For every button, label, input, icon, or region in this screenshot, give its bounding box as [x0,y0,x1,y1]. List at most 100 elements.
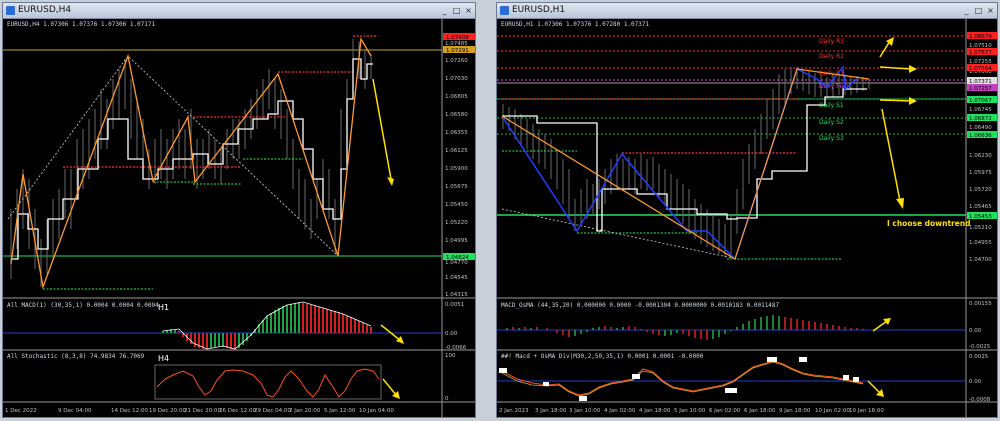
yellow-arrow [879,65,917,73]
price-tick: 1.06580 [445,112,468,118]
macd-timeframe-label: H1 [158,303,169,312]
stochastic-timeframe-label: H4 [158,354,169,363]
chart-window-icon [500,6,509,15]
osma-div-info-text: ##! Macd + OsMA Div(M30,2,50,35,1) 0.000… [501,353,704,360]
svg-text:1.06872: 1.06872 [969,116,992,122]
osma-tick: -0.0008 [969,397,991,403]
price-tag: 1.07564 [967,64,997,72]
svg-text:1.07291: 1.07291 [446,48,469,54]
price-axis: 1.07510 1.07255 1.07000 1.06745 1.06490 … [969,43,992,263]
yellow-arrow-line [382,378,398,397]
macd-tick: -0.0066 [445,345,467,351]
window-titlebar[interactable]: EURUSD,H4 _ □ × [3,3,475,19]
window-title: EURUSD,H4 [18,5,72,15]
macd-info-text: All MACD(1) (30,35,1) 0.0004 0.0004 0.00… [7,302,159,309]
price-tick: 1.06805 [445,94,468,100]
price-tag: 1.07877 [967,48,997,56]
svg-text:1.07877: 1.07877 [969,50,992,56]
price-tag: 1.07257 [967,84,997,92]
time-tick: 10 Jan 18:00 [849,408,884,414]
time-tick: 5 Jan 10:00 [674,408,706,414]
macd-tick: 0.00 [969,328,982,334]
osma-div-line-gold [501,361,864,397]
macd-tick: -0.0025 [969,344,991,350]
price-tick: 1.06490 [969,125,992,131]
time-tick: 21 Dec 20:00 [184,408,221,414]
time-tick: 9 Dec 04:00 [58,408,92,414]
time-tick: 2 Jan 2023 [499,408,529,414]
yellow-arrow [881,108,904,209]
window-titlebar[interactable]: EURUSD,H1 _ □ × [497,3,997,19]
yellow-arrow-line [372,78,392,180]
stochastic-line [156,368,380,398]
time-tick: 6 Jan 02:00 [709,408,741,414]
time-tick: 9 Jan 18:00 [779,408,811,414]
stochastic-box [154,364,382,400]
time-tick: 19 Dec 20:00 [149,408,186,414]
minimize-button[interactable]: _ [440,6,449,15]
osma-div-markers [499,357,859,401]
time-tick: 10 Jan 02:00 [815,408,850,414]
price-tick: 1.05900 [445,166,468,172]
price-tick: 1.05675 [445,184,468,190]
price-tag: 1.06636 [967,131,997,139]
price-tick: 1.04995 [445,238,468,244]
price-tag: 1.04824 [443,253,475,261]
price-tick: 1.07030 [445,76,468,82]
time-tick: 26 Dec 12:00 [219,408,256,414]
yellow-arrow-head [387,177,394,186]
macd-osma-info-text: MACD_OsMA (44,35,20) 0.000000 0.0000 -0.… [501,302,780,309]
time-tick: 6 Jan 18:00 [744,408,776,414]
yellow-arrow [879,37,894,58]
stochastic-info-text: All Stochastic (8,3,8) 74.9834 76.7069 [7,353,145,360]
price-chart-area[interactable]: EURUSD,H4 1.07306 1.07376 1.07306 1.0717… [3,19,475,417]
price-tick: 1.04315 [445,292,468,298]
price-tick: 1.06745 [969,107,992,113]
price-tag: 1.07409 [443,33,475,41]
close-button[interactable]: × [464,6,473,15]
time-tick: 1 Dec 2022 [5,408,37,414]
pivot-label-r2: Daily R2 [819,53,844,60]
time-tick: 29 Dec 04:00 [254,408,291,414]
price-tag: 1.05453 [967,212,997,220]
dotted-trendline [501,208,738,260]
osma-tick: 0.00 [969,379,982,385]
minimize-button[interactable]: _ [962,6,971,15]
price-tick: 1.05210 [969,225,992,231]
price-tag: 1.08679 [967,32,997,40]
yellow-arrow-line [867,380,881,394]
analysis-note: I choose downtrend [887,219,971,228]
maximize-button[interactable]: □ [974,6,983,15]
stochastic-tick: 100 [445,353,456,359]
chart-window-eurusd-h1[interactable]: EURUSD,H1 _ □ × EURUSD,H1 1.07306 1.0737… [496,2,998,418]
price-tick: 1.07260 [445,58,468,64]
price-tick: 1.05465 [969,204,992,210]
svg-text:1.06636: 1.06636 [969,133,992,139]
yellow-arrow [879,97,917,105]
svg-text:1.05453: 1.05453 [969,214,992,220]
price-tag: 1.07291 [443,46,475,54]
candlesticks [10,39,372,287]
price-tick: 1.04545 [445,275,468,281]
time-axis: 2 Jan 2023 3 Jan 18:00 3 Jan 10:00 4 Jan… [499,408,884,414]
pivot-label-s3: Daily S3 [819,135,844,142]
pivot-label-s2: Daily S2 [819,119,844,126]
svg-text:1.04824: 1.04824 [446,255,469,261]
price-tick: 1.06355 [445,130,468,136]
price-chart-area[interactable]: EURUSD,H1 1.07306 1.07376 1.07280 1.0737… [497,19,997,417]
time-tick: 14 Dec 12:00 [111,408,148,414]
price-tag: 1.06872 [967,114,997,122]
chart-window-eurusd-h4[interactable]: EURUSD,H4 _ □ × EURUSD,H4 1.07306 1.0737… [2,2,476,418]
macd-tick: 0.0051 [445,302,464,308]
chart-info-text: EURUSD,H1 1.07306 1.07376 1.07280 1.0737… [501,21,649,28]
svg-text:1.07409: 1.07409 [446,35,469,41]
price-tick: 1.06125 [445,148,468,154]
price-tag: 1.07371 [967,77,997,85]
blue-zigzag [501,65,858,261]
price-tick: 1.05720 [969,187,992,193]
maximize-button[interactable]: □ [452,6,461,15]
chart-info-text: EURUSD,H4 1.07306 1.07376 1.07306 1.0717… [7,21,155,28]
close-button[interactable]: × [986,6,995,15]
price-tick: 1.05975 [969,170,992,176]
macd-tick: 0.00155 [969,301,992,307]
